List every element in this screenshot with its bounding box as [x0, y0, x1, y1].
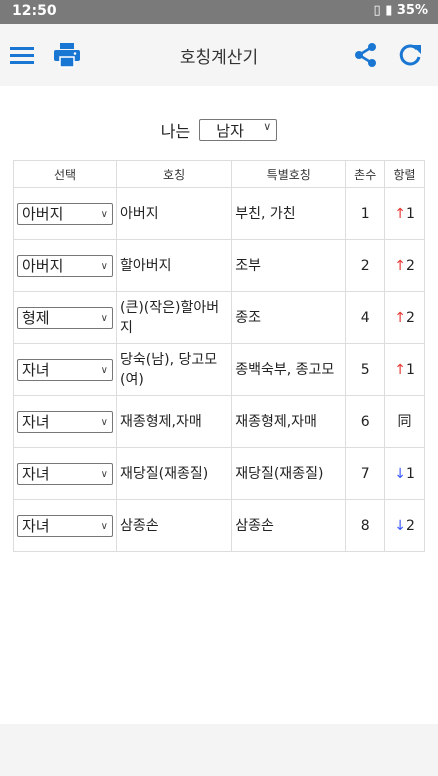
hang-value: 1 [405, 205, 415, 222]
header-title: 호칭 [115, 160, 233, 188]
relation-select[interactable]: 자녀 ∨ [17, 358, 113, 381]
special-cell: 삼종손 [231, 499, 347, 552]
table-row: 자녀 ∨ 삼종손 삼종손 8 ↓2 [13, 499, 425, 552]
gender-row: 나는 남자 ∨ [0, 118, 438, 142]
special-cell: 종백숙부, 종고모 [231, 343, 347, 396]
hang-cell: 同 [384, 395, 425, 448]
hang-value: 2 [405, 517, 415, 534]
refresh-icon[interactable] [396, 41, 424, 69]
hang-value: 1 [405, 361, 415, 378]
select-cell: 형제 ∨ [13, 291, 117, 344]
hang-value: 1 [405, 465, 415, 482]
chevron-down-icon: ∨ [263, 120, 272, 133]
select-cell: 자녀 ∨ [13, 447, 117, 500]
relation-select[interactable]: 아버지 ∨ [17, 202, 113, 225]
vibrate-icon: ▯ [373, 3, 381, 18]
special-cell: 조부 [231, 239, 347, 292]
select-cell: 자녀 ∨ [13, 343, 117, 396]
gender-value: 남자 [216, 122, 244, 140]
table-row: 자녀 ∨ 당숙(남), 당고모(여) 종백숙부, 종고모 5 ↑1 [13, 343, 425, 396]
arrow-up-icon: ↑ [394, 205, 406, 222]
title-cell: 재종형제,자매 [115, 395, 233, 448]
relation-select-value: 아버지 [22, 204, 64, 223]
title-cell: 아버지 [115, 187, 233, 240]
status-right: ▯ ▮ 35% [374, 3, 429, 18]
chon-cell: 8 [345, 499, 386, 552]
arrow-up-icon: ↑ [394, 309, 406, 326]
relation-select-value: 자녀 [22, 360, 50, 379]
hang-cell: ↓2 [384, 499, 425, 552]
relation-select-value: 형제 [22, 308, 50, 327]
chevron-down-icon: ∨ [100, 364, 108, 376]
hang-cell: ↓1 [384, 447, 425, 500]
chon-cell: 4 [345, 291, 386, 344]
battery-icon: ▮ [385, 3, 393, 18]
relation-select-value: 아버지 [22, 256, 64, 275]
bottom-area [0, 724, 438, 776]
header-hang: 항렬 [384, 160, 425, 188]
relation-select-value: 자녀 [22, 464, 50, 483]
status-time: 12:50 [12, 3, 57, 19]
hang-cell: ↑1 [384, 343, 425, 396]
hang-value: 2 [405, 309, 415, 326]
table-row: 자녀 ∨ 재당질(재종질) 재당질(재종질) 7 ↓1 [13, 447, 425, 500]
table-row: 자녀 ∨ 재종형제,자매 재종형제,자매 6 同 [13, 395, 425, 448]
share-icon[interactable] [352, 41, 380, 69]
special-cell: 부친, 가친 [231, 187, 347, 240]
select-cell: 아버지 ∨ [13, 239, 117, 292]
title-cell: (큰)(작은)할아버지 [115, 291, 233, 344]
chevron-down-icon: ∨ [100, 260, 108, 272]
relation-select[interactable]: 자녀 ∨ [17, 462, 113, 485]
arrow-down-icon: ↓ [394, 517, 406, 534]
table-header-row: 선택 호칭 특별호칭 촌수 항렬 [13, 160, 425, 188]
title-cell: 재당질(재종질) [115, 447, 233, 500]
hang-value: 同 [397, 413, 412, 430]
chevron-down-icon: ∨ [100, 520, 108, 532]
arrow-up-icon: ↑ [394, 361, 406, 378]
title-cell: 삼종손 [115, 499, 233, 552]
chon-cell: 6 [345, 395, 386, 448]
arrow-down-icon: ↓ [394, 465, 406, 482]
relation-select-value: 자녀 [22, 412, 50, 431]
chon-cell: 2 [345, 239, 386, 292]
relation-select[interactable]: 아버지 ∨ [17, 254, 113, 277]
relation-select[interactable]: 자녀 ∨ [17, 410, 113, 433]
table-row: 아버지 ∨ 아버지 부친, 가친 1 ↑1 [13, 187, 425, 240]
header-chon: 촌수 [345, 160, 386, 188]
relation-table: 선택 호칭 특별호칭 촌수 항렬 아버지 ∨ 아버지 부친, 가친 1 ↑1 아버… [13, 160, 425, 552]
hang-cell: ↑2 [384, 291, 425, 344]
header-special: 특별호칭 [231, 160, 347, 188]
chevron-down-icon: ∨ [100, 312, 108, 324]
select-cell: 아버지 ∨ [13, 187, 117, 240]
chevron-down-icon: ∨ [100, 468, 108, 480]
relation-select-value: 자녀 [22, 516, 50, 535]
status-bar: 12:50 ▯ ▮ 35% [0, 0, 438, 24]
chevron-down-icon: ∨ [100, 416, 108, 428]
main-content: 나는 남자 ∨ 선택 호칭 특별호칭 촌수 항렬 아버지 ∨ 아버지 부친, 가… [0, 86, 438, 724]
chon-cell: 1 [345, 187, 386, 240]
gender-label: 나는 [160, 122, 191, 141]
battery-level: 35% [396, 3, 428, 18]
gender-select[interactable]: 남자 ∨ [199, 119, 278, 141]
hang-cell: ↑2 [384, 239, 425, 292]
chon-cell: 7 [345, 447, 386, 500]
arrow-up-icon: ↑ [394, 257, 406, 274]
chevron-down-icon: ∨ [100, 208, 108, 220]
title-cell: 당숙(남), 당고모(여) [115, 343, 233, 396]
select-cell: 자녀 ∨ [13, 395, 117, 448]
app-toolbar: 호칭계산기 [0, 24, 438, 86]
table-row: 형제 ∨ (큰)(작은)할아버지 종조 4 ↑2 [13, 291, 425, 344]
hang-value: 2 [405, 257, 415, 274]
chon-cell: 5 [345, 343, 386, 396]
title-cell: 할아버지 [115, 239, 233, 292]
special-cell: 재당질(재종질) [231, 447, 347, 500]
hang-cell: ↑1 [384, 187, 425, 240]
select-cell: 자녀 ∨ [13, 499, 117, 552]
header-select: 선택 [13, 160, 117, 188]
table-row: 아버지 ∨ 할아버지 조부 2 ↑2 [13, 239, 425, 292]
relation-select[interactable]: 자녀 ∨ [17, 514, 113, 537]
special-cell: 재종형제,자매 [231, 395, 347, 448]
special-cell: 종조 [231, 291, 347, 344]
relation-select[interactable]: 형제 ∨ [17, 306, 113, 329]
